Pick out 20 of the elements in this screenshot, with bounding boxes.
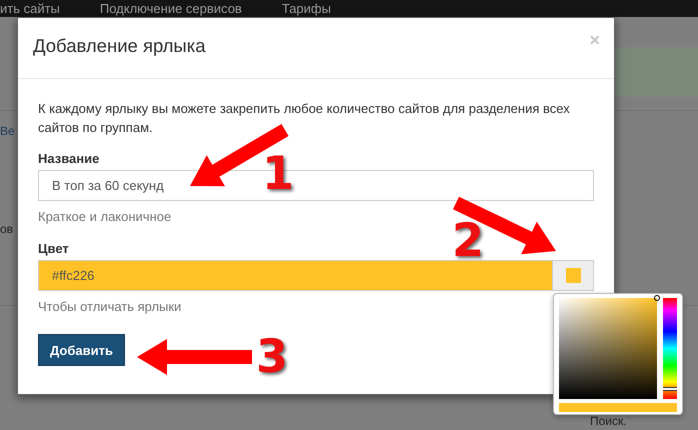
hue-thumb[interactable]	[663, 386, 677, 391]
add-button[interactable]: Добавить	[38, 334, 125, 366]
step-number: 3	[256, 333, 288, 379]
help-text: Чтобы отличать ярлыки	[38, 299, 182, 314]
step-number: 2	[452, 217, 484, 263]
help-text: Краткое и лаконичное	[38, 209, 172, 224]
saturation-area[interactable]	[559, 298, 657, 399]
nav-link[interactable]: ить сайты	[0, 0, 60, 17]
background-text: Поиск.	[590, 414, 627, 428]
dialog-title: Добавление ярлыка	[33, 35, 206, 57]
field-label: Цвет	[38, 241, 70, 256]
nav-link[interactable]: Подключение сервисов	[100, 0, 242, 17]
hue-slider[interactable]	[663, 298, 677, 399]
background-text: ов	[0, 222, 14, 236]
color-field[interactable]: #ffc226	[38, 260, 552, 291]
color-picker[interactable]	[553, 293, 683, 415]
field-label: Название	[38, 151, 100, 166]
intro-text: К каждому ярлыку вы можете закрепить любое количество сайтов для разделения всех сайтов по группам.	[38, 100, 571, 137]
nav-link[interactable]: Тарифы	[282, 0, 331, 17]
color-swatch-button[interactable]	[552, 260, 594, 291]
